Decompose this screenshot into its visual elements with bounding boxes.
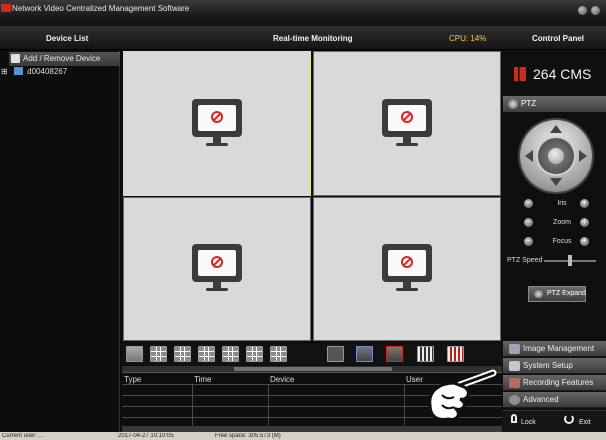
device-list-title: Device List <box>46 34 89 43</box>
zoom-label: Zoom <box>553 219 571 226</box>
sixty-four-view-icon[interactable] <box>270 346 287 362</box>
iris-label: Iris <box>557 200 567 207</box>
system-setup-label: System Setup <box>523 361 573 370</box>
zoom-plus-button[interactable]: + <box>580 218 589 227</box>
brand-logo: 264 CMS <box>514 66 591 82</box>
focus-plus-button[interactable]: + <box>580 237 589 246</box>
seek-thumb[interactable] <box>234 367 392 371</box>
pan-down-icon[interactable] <box>550 178 562 186</box>
quad-view-icon[interactable] <box>150 346 167 362</box>
focus-label: Focus <box>552 238 572 245</box>
single-view-icon[interactable] <box>126 346 143 362</box>
layout-toolbar <box>122 343 502 365</box>
pan-up-icon[interactable] <box>550 125 562 133</box>
ptz-direction-pad[interactable] <box>520 120 592 192</box>
status-datetime: 2017-04-27 10:10:05 <box>118 433 174 439</box>
recording-features-label: Recording Features <box>523 378 594 387</box>
ptz-title: PTZ <box>521 99 537 108</box>
brand-logo-text: 264 CMS <box>533 66 592 82</box>
nine-view-icon[interactable] <box>174 346 191 362</box>
twenty-five-view-icon[interactable] <box>222 346 239 362</box>
device-tool-icon <box>11 54 20 63</box>
video-cell-2[interactable] <box>313 51 501 196</box>
video-grid <box>122 50 502 342</box>
tree-expand-icon[interactable]: ⊞ <box>1 67 8 76</box>
status-current-user: Current user: ... <box>2 433 44 439</box>
record-clip-icon[interactable] <box>447 346 464 362</box>
image-management-icon <box>509 344 520 354</box>
recording-icon <box>509 378 520 388</box>
pan-right-icon[interactable] <box>579 150 587 162</box>
video-cell-4[interactable] <box>313 197 501 341</box>
power-icon[interactable] <box>564 414 574 424</box>
no-video-monitor-icon <box>382 244 432 298</box>
record-all-icon[interactable] <box>356 346 373 362</box>
device-tree-item[interactable]: d00408267 <box>27 67 67 76</box>
log-col-divider <box>192 384 193 428</box>
tools-icon <box>509 361 520 371</box>
thirty-six-view-icon[interactable] <box>246 346 263 362</box>
ptz-center-ring <box>538 138 574 174</box>
control-panel-title: Control Panel <box>532 34 585 43</box>
image-management-button[interactable]: Image Management <box>503 341 606 357</box>
advanced-label: Advanced <box>523 395 559 404</box>
video-cell-1[interactable] <box>123 51 311 196</box>
log-col-divider <box>268 384 269 428</box>
add-remove-device-label: Add / Remove Device <box>23 54 101 63</box>
ptz-expand-icon <box>534 290 543 298</box>
device-tree: ⊞ d00408267 <box>1 67 67 76</box>
exit-button[interactable]: Exit <box>579 419 591 426</box>
image-management-label: Image Management <box>523 344 595 353</box>
ptz-speed-label: PTZ Speed <box>507 257 543 264</box>
ptz-expand-button[interactable]: PTZ Expand <box>528 286 586 302</box>
log-col-time[interactable]: Time <box>194 375 211 384</box>
title-bar: Network Video Centralized Management Sof… <box>0 0 606 26</box>
control-panel-header: Control Panel <box>502 26 606 50</box>
minimize-button[interactable] <box>578 6 587 15</box>
fullscreen-icon[interactable] <box>327 346 344 362</box>
video-cell-3[interactable] <box>123 197 311 341</box>
window-title: Network Video Centralized Management Sof… <box>12 4 190 13</box>
lock-icon[interactable] <box>511 414 517 423</box>
add-remove-device-button[interactable]: Add / Remove Device <box>9 52 120 66</box>
status-free-space: Free space: 305.573 (M) <box>215 433 281 439</box>
ptz-speed-thumb[interactable] <box>568 255 572 266</box>
monitoring-header: Real-time Monitoring CPU: 14% <box>122 26 502 50</box>
zoom-minus-button[interactable]: − <box>524 218 533 227</box>
no-video-monitor-icon <box>192 244 242 298</box>
brand-mark-icon <box>514 67 526 81</box>
system-setup-button[interactable]: System Setup <box>503 358 606 374</box>
advanced-button[interactable]: Advanced <box>503 392 606 408</box>
device-panel <box>0 50 120 432</box>
ptz-camera-icon <box>508 99 518 109</box>
iris-plus-button[interactable]: + <box>580 199 589 208</box>
device-node-icon <box>13 67 23 75</box>
log-col-divider <box>404 384 405 428</box>
app-window: Network Video Centralized Management Sof… <box>0 0 606 440</box>
no-video-monitor-icon <box>382 98 432 153</box>
realtime-monitoring-title: Real-time Monitoring <box>273 34 353 43</box>
cpu-usage: CPU: 14% <box>449 34 487 43</box>
snapshot-icon[interactable] <box>417 346 434 362</box>
stop-record-icon[interactable] <box>386 346 403 362</box>
ptz-section-header[interactable]: PTZ <box>503 96 606 112</box>
no-video-monitor-icon <box>192 98 242 153</box>
lock-button[interactable]: Lock <box>521 419 536 426</box>
focus-minus-button[interactable]: − <box>524 237 533 246</box>
close-button[interactable] <box>591 6 600 15</box>
pan-left-icon[interactable] <box>525 150 533 162</box>
ptz-expand-label: PTZ Expand <box>547 290 586 297</box>
gear-icon <box>509 395 520 405</box>
device-list-header: Device List <box>0 26 122 50</box>
ptz-home-button[interactable] <box>548 148 564 164</box>
iris-minus-button[interactable]: − <box>524 199 533 208</box>
pointing-hand-icon <box>428 369 497 421</box>
sixteen-view-icon[interactable] <box>198 346 215 362</box>
log-col-type[interactable]: Type <box>124 375 141 384</box>
log-col-device[interactable]: Device <box>270 375 294 384</box>
app-logo-icon <box>1 4 11 12</box>
recording-features-button[interactable]: Recording Features <box>503 375 606 391</box>
